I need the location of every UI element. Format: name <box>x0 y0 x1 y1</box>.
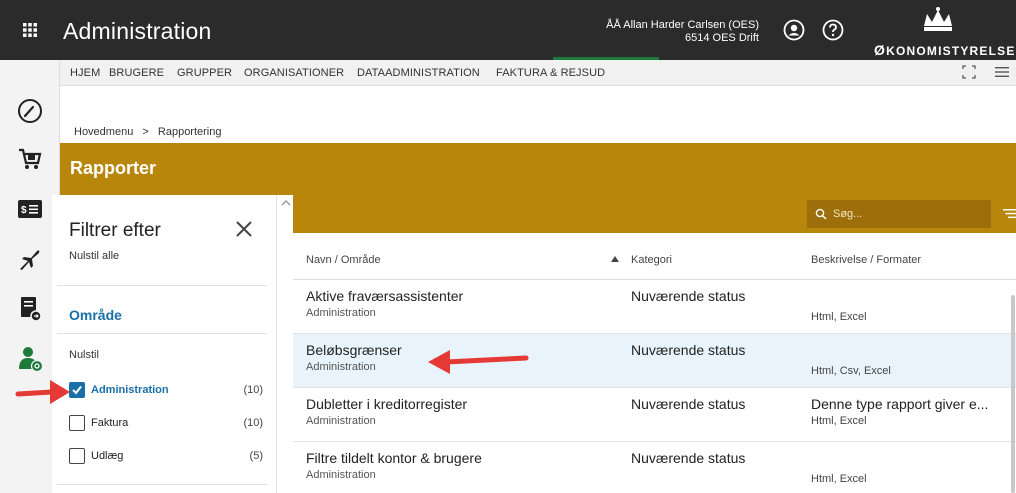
grid-icon <box>23 23 37 37</box>
user-name: ÅÅ Allan Harder Carlsen (OES) <box>606 19 759 31</box>
filter-panel: Filtrer efter Nulstil alle Område Nulsti… <box>52 195 277 493</box>
filter-option-count: (5) <box>249 450 263 462</box>
report-category: Nuværende status <box>631 288 746 304</box>
help-icon[interactable] <box>822 19 844 41</box>
rail-purchasing[interactable] <box>13 142 47 176</box>
filter-option-label: Administration <box>91 384 169 396</box>
rail-travel[interactable] <box>13 242 47 276</box>
nav-item-organisationer[interactable]: ORGANISATIONER <box>244 67 344 79</box>
report-area: Administration <box>306 307 376 319</box>
report-description: Denne type rapport giver e... <box>811 396 989 412</box>
scrollbar[interactable] <box>1011 295 1015 493</box>
breadcrumb-current: Rapportering <box>157 126 222 138</box>
filter-icon[interactable] <box>1003 208 1016 219</box>
report-area: Administration <box>306 361 376 373</box>
report-formats: Html, Excel <box>811 311 867 323</box>
breadcrumb: Hovedmenu > Rapportering <box>74 126 221 138</box>
filter-option-label: Udlæg <box>91 450 124 462</box>
table-row[interactable]: Filtre tildelt kontor & brugere Administ… <box>293 442 1016 493</box>
search-box[interactable] <box>807 200 991 228</box>
nav-item-faktura-rejsud[interactable]: FAKTURA & REJSUD <box>496 67 605 79</box>
main-navigation: HJEM BRUGERE GRUPPER ORGANISATIONER DATA… <box>60 57 1016 86</box>
column-header-category[interactable]: Kategori <box>631 254 672 266</box>
left-rail: $ <box>0 60 60 493</box>
filter-option-label: Faktura <box>91 417 129 429</box>
table-row[interactable]: Aktive fraværsassistenter Administration… <box>293 280 1016 334</box>
reset-all-link[interactable]: Nulstil alle <box>69 250 119 262</box>
crown-icon <box>924 7 952 31</box>
sort-ascending-icon[interactable] <box>611 256 619 262</box>
report-category: Nuværende status <box>631 342 746 358</box>
checkbox[interactable] <box>69 415 85 431</box>
user-unit: 6514 OES Drift <box>685 32 759 44</box>
report-formats: Html, Excel <box>811 473 867 485</box>
agency-logo: ØKONOMISTYRELSEN <box>861 0 1016 60</box>
filter-option-udlaeg[interactable]: Udlæg (5) <box>69 448 263 466</box>
checkbox[interactable] <box>69 448 85 464</box>
report-formats: Html, Csv, Excel <box>811 365 891 377</box>
user-info[interactable]: ÅÅ Allan Harder Carlsen (OES) 6514 OES D… <box>606 19 759 45</box>
plane-icon <box>20 250 40 270</box>
search-input[interactable] <box>833 206 983 222</box>
reset-group-link[interactable]: Nulstil <box>69 349 99 361</box>
report-name[interactable]: Dubletter i kreditorregister <box>306 396 467 412</box>
close-icon[interactable] <box>234 219 254 239</box>
filter-option-faktura[interactable]: Faktura (10) <box>69 415 263 433</box>
report-category: Nuværende status <box>631 450 746 466</box>
money-list-icon: $ <box>18 200 42 218</box>
logo-initial: Ø <box>874 42 887 58</box>
logo-wordmark: KONOMISTYRELSEN <box>886 44 1016 58</box>
search-icon <box>815 208 827 220</box>
section-header <box>60 143 1016 195</box>
column-header-name[interactable]: Navn / Område <box>306 254 381 266</box>
table-row[interactable]: Dubletter i kreditorregister Administrat… <box>293 388 1016 442</box>
annotation-arrow-icon <box>428 350 529 374</box>
hamburger-menu-icon[interactable] <box>994 65 1010 79</box>
filter-option-count: (10) <box>243 417 263 429</box>
nav-item-hjem[interactable]: HJEM <box>70 67 100 79</box>
report-category: Nuværende status <box>631 396 746 412</box>
filter-title: Filtrer efter <box>69 220 161 241</box>
svg-text:$: $ <box>21 205 27 216</box>
report-formats: Html, Excel <box>811 415 867 427</box>
user-profile-icon[interactable] <box>783 19 805 41</box>
nav-item-brugere[interactable]: BRUGERE <box>109 67 164 79</box>
document-icon <box>21 297 42 322</box>
breadcrumb-home[interactable]: Hovedmenu <box>74 126 133 138</box>
rail-dashboard[interactable] <box>13 94 47 128</box>
divider <box>57 333 267 334</box>
report-area: Administration <box>306 415 376 427</box>
cart-icon <box>19 148 42 169</box>
filter-option-count: (10) <box>243 384 263 396</box>
app-launcher-button[interactable] <box>0 0 60 60</box>
user-admin-icon <box>19 347 44 373</box>
page-title: Rapporter <box>70 158 157 178</box>
nav-active-indicator <box>553 57 659 60</box>
report-name[interactable]: Beløbsgrænser <box>306 342 402 358</box>
top-bar: Administration ÅÅ Allan Harder Carlsen (… <box>0 0 1016 60</box>
nav-item-grupper[interactable]: GRUPPER <box>177 67 232 79</box>
rail-admin[interactable] <box>13 342 47 376</box>
column-header-description[interactable]: Beskrivelse / Formater <box>811 254 921 266</box>
app-title: Administration <box>63 18 212 44</box>
filter-option-administration[interactable]: Administration (10) <box>69 382 263 400</box>
scroll-up-icon[interactable] <box>280 197 292 209</box>
report-name[interactable]: Filtre tildelt kontor & brugere <box>306 450 482 466</box>
annotation-arrow-icon <box>15 380 70 404</box>
table-row[interactable]: Beløbsgrænser Administration Nuværende s… <box>293 334 1016 388</box>
speedometer-icon <box>18 99 42 123</box>
breadcrumb-separator: > <box>142 126 149 138</box>
report-name[interactable]: Aktive fraværsassistenter <box>306 288 463 304</box>
fullscreen-icon[interactable] <box>962 65 976 79</box>
divider <box>57 285 267 286</box>
report-area: Administration <box>306 469 376 481</box>
rail-documents[interactable] <box>13 292 47 326</box>
filter-group-title[interactable]: Område <box>69 307 122 323</box>
rail-finance[interactable]: $ <box>13 192 47 226</box>
divider <box>57 484 267 485</box>
nav-item-dataadministration[interactable]: DATAADMINISTRATION <box>357 67 480 79</box>
